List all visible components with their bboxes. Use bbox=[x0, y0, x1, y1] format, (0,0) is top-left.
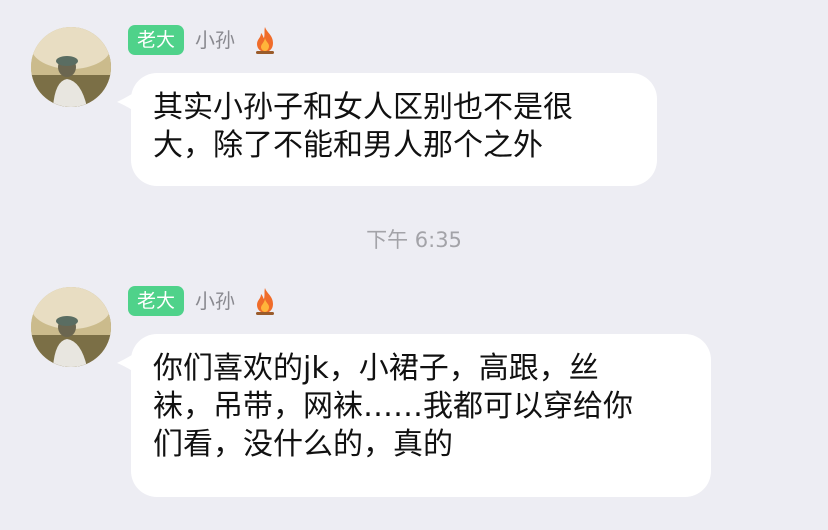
fire-icon bbox=[256, 288, 274, 315]
avatar[interactable] bbox=[31, 287, 111, 367]
avatar-photo bbox=[31, 27, 111, 107]
message-text-line: 其实小孙子和女人区别也不是很 bbox=[153, 90, 573, 125]
sender-name[interactable]: 小孙 bbox=[195, 286, 235, 316]
message-text-line: 们看，没什么的，真的 bbox=[153, 427, 453, 462]
message-text-line: 袜，吊带，网袜……我都可以穿给你 bbox=[153, 389, 633, 424]
sender-name[interactable]: 小孙 bbox=[195, 25, 235, 55]
message-text-line: 你们喜欢的jk，小裙子，高跟，丝 bbox=[153, 351, 599, 386]
fire-icon bbox=[256, 27, 274, 54]
member-rank-badge: 老大 bbox=[128, 286, 185, 316]
message-bubble[interactable]: 其实小孙子和女人区别也不是很 大，除了不能和男人那个之外 bbox=[131, 73, 657, 186]
avatar[interactable] bbox=[31, 27, 111, 107]
member-rank-badge: 老大 bbox=[128, 25, 185, 55]
message-text-line: 大，除了不能和男人那个之外 bbox=[153, 128, 543, 163]
timestamp: 下午 6:35 bbox=[366, 228, 462, 252]
message-bubble[interactable]: 你们喜欢的jk，小裙子，高跟，丝 袜，吊带，网袜……我都可以穿给你 们看，没什么… bbox=[131, 334, 711, 497]
avatar-photo bbox=[31, 287, 111, 367]
